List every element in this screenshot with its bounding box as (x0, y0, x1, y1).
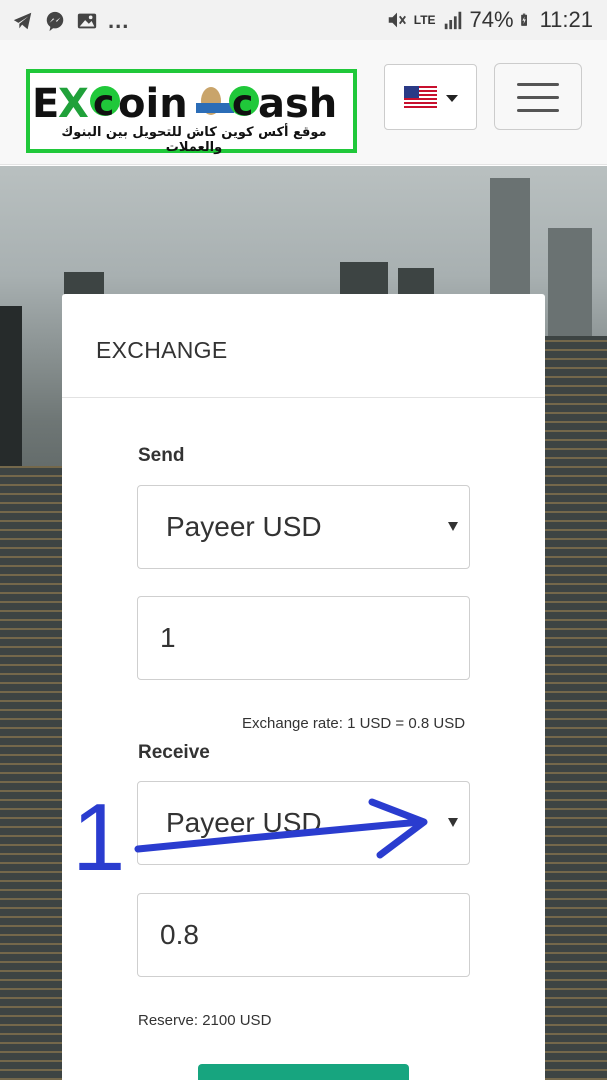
annotation-arrow (134, 798, 428, 859)
